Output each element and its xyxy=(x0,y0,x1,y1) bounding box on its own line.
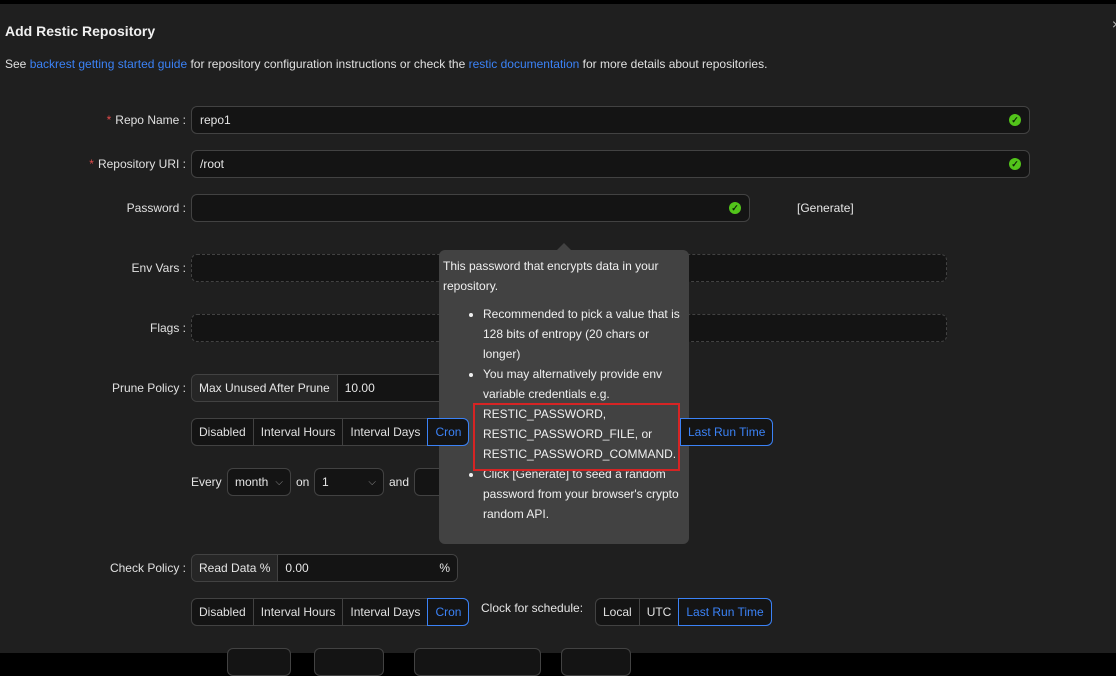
intro-prefix: See xyxy=(5,57,30,71)
read-data-input-group: Read Data % 0.00 % xyxy=(191,554,458,582)
password-tooltip: This password that encrypts data in your… xyxy=(439,250,689,544)
env-vars-label: Env Vars : xyxy=(131,261,186,275)
prune-schedule-cron[interactable]: Cron xyxy=(427,418,470,446)
required-mark: * xyxy=(106,113,112,127)
intro-middle: for repository configuration instruction… xyxy=(187,57,469,71)
repo-uri-label: * Repository URI : xyxy=(89,157,186,171)
every-label: Every xyxy=(191,475,222,489)
check-cron-day-select[interactable] xyxy=(314,648,384,676)
check-circle-icon: ✓ xyxy=(1009,158,1021,170)
repo-name-label: * Repo Name : xyxy=(106,113,186,127)
prune-schedule-segmented: Disabled Interval Hours Interval Days Cr… xyxy=(191,418,470,446)
repo-name-input[interactable]: repo1 ✓ xyxy=(191,106,1030,134)
read-data-input[interactable]: 0.00 % xyxy=(278,555,457,581)
generate-button[interactable]: [Generate] xyxy=(797,201,854,215)
clock-for-schedule-label: Clock for schedule: xyxy=(481,601,584,615)
intro-suffix: for more details about repositories. xyxy=(579,57,768,71)
prune-schedule-disabled[interactable]: Disabled xyxy=(191,418,254,446)
repo-uri-input[interactable]: /root ✓ xyxy=(191,150,1030,178)
check-cron-period-select[interactable] xyxy=(227,648,291,676)
check-schedule-interval-hours[interactable]: Interval Hours xyxy=(252,598,344,626)
cron-period-select[interactable]: month ⌵ xyxy=(227,468,291,496)
cron-period-value: month xyxy=(235,475,269,489)
chevron-down-icon: ⌵ xyxy=(368,476,376,488)
chevron-down-icon: ⌵ xyxy=(275,476,283,488)
read-data-value: 0.00 xyxy=(285,561,309,575)
tooltip-item: Click [Generate] to seed a random passwo… xyxy=(483,464,685,524)
max-unused-addon: Max Unused After Prune xyxy=(192,375,338,401)
check-cron-minute-select[interactable] xyxy=(561,648,631,676)
close-icon[interactable]: × xyxy=(1112,16,1116,32)
cron-day-select[interactable]: 1 ⌵ xyxy=(314,468,384,496)
dialog-title: Add Restic Repository xyxy=(5,23,156,39)
prune-clock-last-run-time[interactable]: Last Run Time xyxy=(680,418,774,446)
check-schedule-interval-days[interactable]: Interval Days xyxy=(342,598,429,626)
check-schedule-cron[interactable]: Cron xyxy=(427,598,470,626)
and-label: and xyxy=(389,475,410,489)
check-circle-icon: ✓ xyxy=(1009,114,1021,126)
prune-policy-label: Prune Policy : xyxy=(111,381,186,395)
check-schedule-disabled[interactable]: Disabled xyxy=(191,598,254,626)
prune-schedule-interval-days[interactable]: Interval Days xyxy=(342,418,429,446)
password-label: Password : xyxy=(126,201,186,215)
restic-docs-link[interactable]: restic documentation xyxy=(469,57,580,71)
repo-uri-value: /root xyxy=(200,157,225,171)
read-data-addon: Read Data % xyxy=(192,555,279,581)
percent-suffix: % xyxy=(439,561,450,575)
flags-label: Flags : xyxy=(149,321,186,335)
check-cron-hour-select[interactable] xyxy=(414,648,541,676)
getting-started-link[interactable]: backrest getting started guide xyxy=(30,57,187,71)
check-schedule-segmented: Disabled Interval Hours Interval Days Cr… xyxy=(191,598,470,626)
password-input[interactable]: ✓ xyxy=(191,194,750,222)
prune-clock-segmented: Last Run Time xyxy=(680,418,774,446)
prune-schedule-interval-hours[interactable]: Interval Hours xyxy=(252,418,344,446)
repo-name-value: repo1 xyxy=(200,113,231,127)
intro-text: See backrest getting started guide for r… xyxy=(5,57,767,71)
check-clock-utc[interactable]: UTC xyxy=(638,598,680,626)
max-unused-input-group: Max Unused After Prune 10.00 xyxy=(191,374,458,402)
check-policy-label: Check Policy : xyxy=(109,561,186,575)
required-mark: * xyxy=(89,157,94,171)
check-clock-local[interactable]: Local xyxy=(595,598,640,626)
tooltip-arrow xyxy=(557,243,571,250)
on-label: on xyxy=(296,475,310,489)
tooltip-item: Recommended to pick a value that is 128 … xyxy=(483,304,685,364)
cron-day-value: 1 xyxy=(322,475,329,489)
tooltip-intro: This password that encrypts data in your… xyxy=(443,259,659,293)
check-clock-last-run-time[interactable]: Last Run Time xyxy=(678,598,772,626)
check-clock-segmented: Local UTC Last Run Time xyxy=(595,598,772,626)
highlight-box xyxy=(473,403,680,471)
check-circle-icon: ✓ xyxy=(729,202,741,214)
